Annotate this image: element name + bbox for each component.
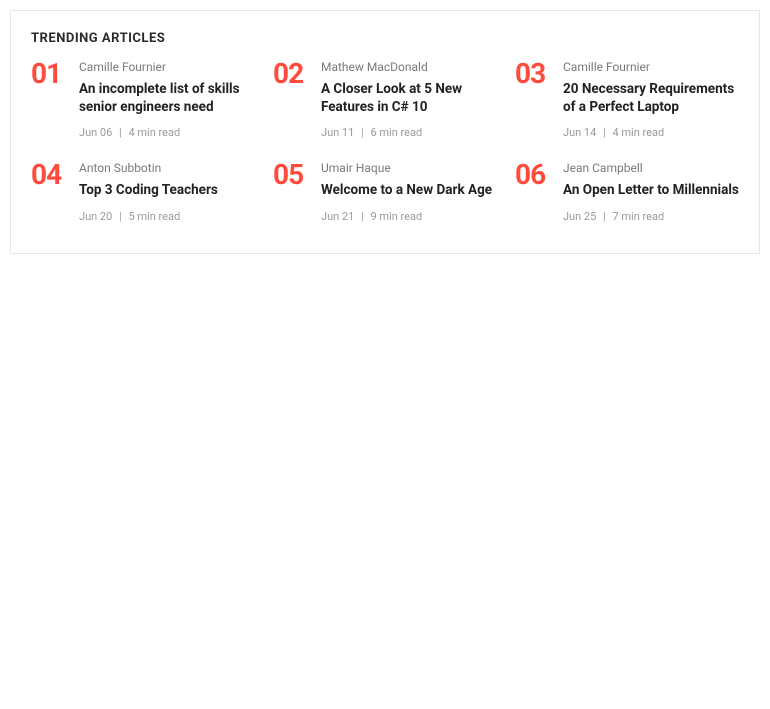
article-date: Jun 11 (321, 126, 354, 139)
article-content: Mathew MacDonald A Closer Look at 5 New … (321, 60, 497, 139)
article-item[interactable]: 05 Umair Haque Welcome to a New Dark Age… (273, 161, 497, 222)
article-author[interactable]: Camille Fournier (563, 60, 739, 74)
article-date: Jun 14 (563, 126, 596, 139)
article-item[interactable]: 02 Mathew MacDonald A Closer Look at 5 N… (273, 60, 497, 139)
article-content: Anton Subbotin Top 3 Coding Teachers Jun… (79, 161, 218, 222)
meta-separator: | (603, 126, 606, 139)
meta-separator: | (361, 210, 364, 223)
meta-separator: | (603, 210, 606, 223)
article-title[interactable]: 20 Necessary Requirements of a Perfect L… (563, 80, 739, 116)
article-content: Umair Haque Welcome to a New Dark Age Ju… (321, 161, 492, 222)
article-meta: Jun 21 | 9 min read (321, 210, 492, 223)
article-read-time: 4 min read (128, 126, 180, 139)
article-read-time: 7 min read (612, 210, 664, 223)
article-date: Jun 06 (79, 126, 112, 139)
article-meta: Jun 11 | 6 min read (321, 126, 497, 139)
article-item[interactable]: 06 Jean Campbell An Open Letter to Mille… (515, 161, 739, 222)
rank-number: 03 (515, 60, 551, 88)
meta-separator: | (119, 210, 122, 223)
rank-number: 06 (515, 161, 551, 189)
rank-number: 02 (273, 60, 309, 88)
article-title[interactable]: Welcome to a New Dark Age (321, 181, 492, 199)
article-meta: Jun 14 | 4 min read (563, 126, 739, 139)
article-content: Jean Campbell An Open Letter to Millenni… (563, 161, 739, 222)
meta-separator: | (361, 126, 364, 139)
article-title[interactable]: An incomplete list of skills senior engi… (79, 80, 255, 116)
article-meta: Jun 20 | 5 min read (79, 210, 218, 223)
article-content: Camille Fournier 20 Necessary Requiremen… (563, 60, 739, 139)
rank-number: 01 (31, 60, 67, 88)
meta-separator: | (119, 126, 122, 139)
article-read-time: 9 min read (370, 210, 422, 223)
article-title[interactable]: An Open Letter to Millennials (563, 181, 739, 199)
section-heading: TRENDING ARTICLES (31, 31, 739, 46)
article-item[interactable]: 01 Camille Fournier An incomplete list o… (31, 60, 255, 139)
article-date: Jun 20 (79, 210, 112, 223)
article-item[interactable]: 04 Anton Subbotin Top 3 Coding Teachers … (31, 161, 255, 222)
article-author[interactable]: Jean Campbell (563, 161, 739, 175)
article-author[interactable]: Umair Haque (321, 161, 492, 175)
article-read-time: 6 min read (370, 126, 422, 139)
articles-grid: 01 Camille Fournier An incomplete list o… (31, 60, 739, 223)
article-read-time: 4 min read (612, 126, 664, 139)
article-meta: Jun 25 | 7 min read (563, 210, 739, 223)
article-author[interactable]: Camille Fournier (79, 60, 255, 74)
rank-number: 04 (31, 161, 67, 189)
trending-articles-panel: TRENDING ARTICLES 01 Camille Fournier An… (10, 10, 760, 254)
article-date: Jun 21 (321, 210, 354, 223)
article-read-time: 5 min read (128, 210, 180, 223)
article-title[interactable]: Top 3 Coding Teachers (79, 181, 218, 199)
article-meta: Jun 06 | 4 min read (79, 126, 255, 139)
rank-number: 05 (273, 161, 309, 189)
article-author[interactable]: Mathew MacDonald (321, 60, 497, 74)
article-content: Camille Fournier An incomplete list of s… (79, 60, 255, 139)
article-author[interactable]: Anton Subbotin (79, 161, 218, 175)
article-item[interactable]: 03 Camille Fournier 20 Necessary Require… (515, 60, 739, 139)
article-title[interactable]: A Closer Look at 5 New Features in C# 10 (321, 80, 497, 116)
article-date: Jun 25 (563, 210, 596, 223)
